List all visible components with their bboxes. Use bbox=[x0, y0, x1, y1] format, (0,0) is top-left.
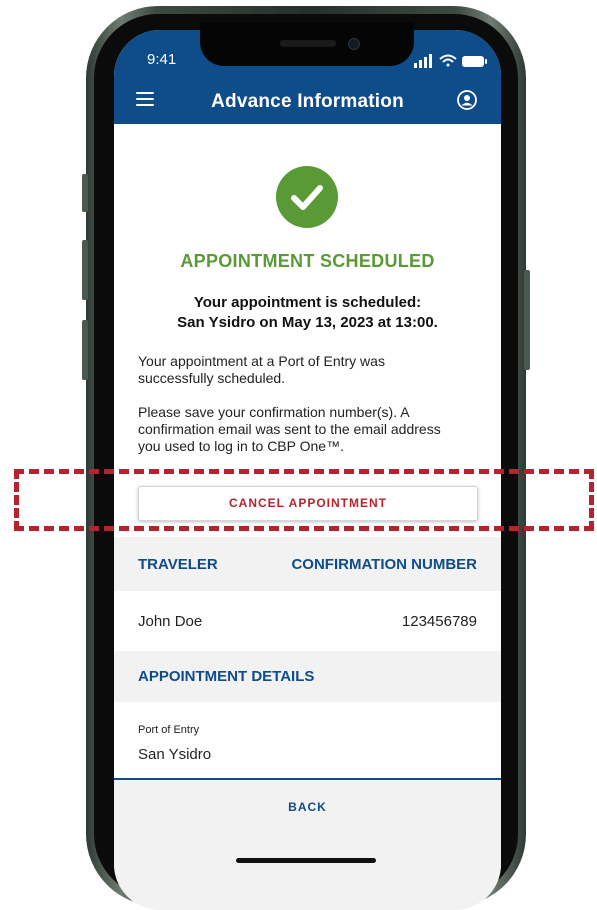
status-icons bbox=[414, 54, 487, 68]
volume-up-button bbox=[82, 240, 88, 300]
profile-icon[interactable] bbox=[457, 90, 477, 110]
volume-down-button bbox=[82, 320, 88, 380]
success-message: Your appointment at a Port of Entry was … bbox=[138, 353, 483, 387]
email-message-line3: you used to log in to CBP One™. bbox=[138, 438, 344, 454]
traveler-column-header: TRAVELER bbox=[138, 556, 218, 573]
phone-camera bbox=[348, 38, 360, 50]
success-check-icon bbox=[276, 166, 338, 228]
port-of-entry-label: Port of Entry bbox=[138, 724, 200, 736]
battery-icon bbox=[462, 56, 487, 67]
home-indicator bbox=[236, 858, 376, 863]
email-message-line1: Please save your confirmation number(s).… bbox=[138, 404, 410, 420]
status-heading: APPOINTMENT SCHEDULED bbox=[180, 251, 435, 271]
success-message-line1: Your appointment at a Port of Entry was bbox=[138, 353, 385, 369]
status-time: 9:41 bbox=[147, 51, 177, 68]
power-button bbox=[524, 270, 530, 370]
cancel-button-highlight bbox=[14, 469, 594, 531]
confirmation-column-header: CONFIRMATION NUMBER bbox=[291, 556, 477, 573]
traveler-name: John Doe bbox=[138, 613, 203, 630]
port-of-entry-value: San Ysidro bbox=[138, 746, 212, 763]
appointment-summary-line1: Your appointment is scheduled: bbox=[193, 294, 422, 311]
traveler-table-header: TRAVELER CONFIRMATION NUMBER bbox=[114, 537, 501, 591]
email-message: Please save your confirmation number(s).… bbox=[138, 404, 483, 455]
table-row: John Doe 123456789 bbox=[114, 591, 501, 651]
appointment-summary-line2: San Ysidro on May 13, 2023 at 13:00. bbox=[177, 314, 438, 331]
wifi-icon bbox=[439, 54, 457, 67]
email-message-line2: confirmation email was sent to the email… bbox=[138, 421, 441, 437]
back-button[interactable]: BACK bbox=[114, 800, 501, 814]
mute-switch bbox=[82, 174, 88, 212]
signal-icon bbox=[414, 54, 432, 68]
phone-speaker bbox=[280, 40, 336, 47]
appointment-details-heading: APPOINTMENT DETAILS bbox=[138, 668, 315, 685]
appointment-details-header: APPOINTMENT DETAILS bbox=[114, 651, 501, 702]
page-title: Advance Information bbox=[211, 91, 404, 112]
confirmation-number: 123456789 bbox=[401, 613, 477, 630]
success-message-line2: successfully scheduled. bbox=[138, 370, 286, 386]
